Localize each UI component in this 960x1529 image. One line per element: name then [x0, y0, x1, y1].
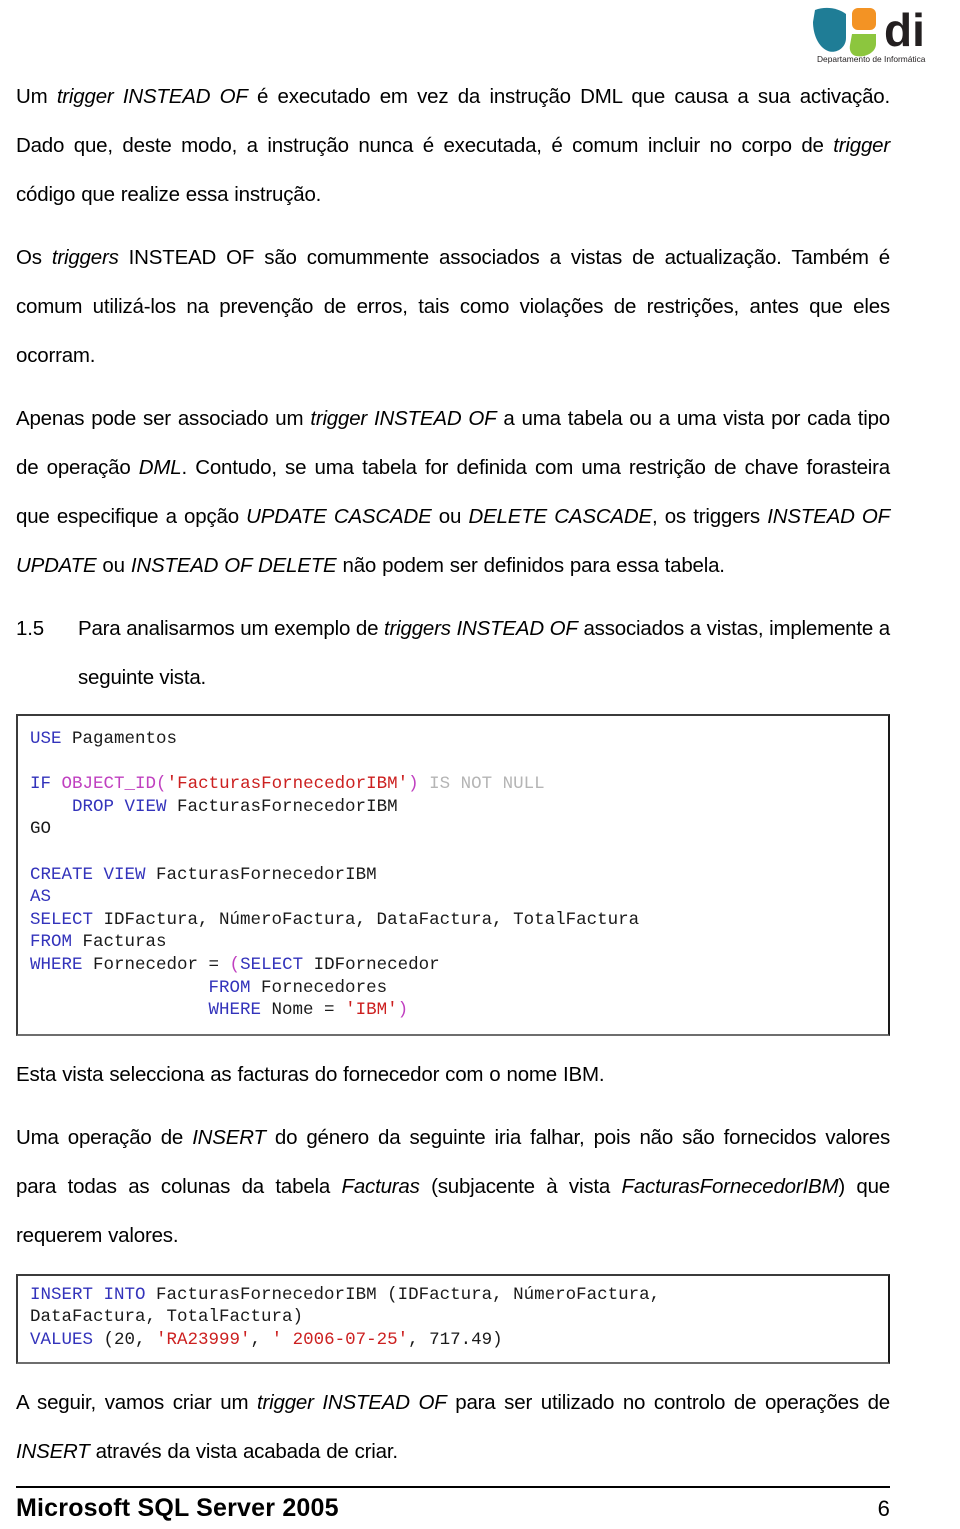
code-token: USE — [30, 729, 62, 749]
p3-text-7: não podem ser definidos para essa tabela… — [336, 554, 725, 577]
p6-italic-2: INSERT — [16, 1439, 90, 1463]
p4-text-1: Esta vista selecciona as facturas do for… — [16, 1062, 605, 1086]
p2-text-1: Os — [16, 246, 52, 269]
p3-text-1: Apenas pode ser associado um — [16, 407, 311, 430]
paragraph-1: Um trigger INSTEAD OF é executado em vez… — [16, 72, 890, 219]
code-token: IDFactura, NúmeroFactura, DataFactura, T… — [93, 909, 640, 930]
p6-text-2: para ser utilizado no controlo de operaç… — [446, 1390, 890, 1414]
item-text-1: Para analisarmos um exemplo de — [78, 617, 385, 640]
p1-italic-1: trigger INSTEAD OF — [56, 85, 248, 108]
code-token: ' 2006-07-25' — [271, 1329, 409, 1350]
paragraph-3: Apenas pode ser associado um trigger INS… — [16, 394, 890, 590]
footer-divider — [16, 1486, 890, 1488]
code-token: IF — [30, 774, 52, 795]
p3-text-4: ou — [431, 505, 469, 528]
p5-italic-2: Facturas — [341, 1174, 420, 1198]
code-token: Facturas — [72, 932, 167, 953]
code-token: VALUES — [30, 1329, 94, 1350]
p1-italic-2: trigger — [833, 134, 890, 157]
code-token: Pagamentos — [61, 729, 178, 749]
code-token: ) — [408, 774, 419, 795]
paragraph-4: Esta vista selecciona as facturas do for… — [16, 1050, 890, 1099]
p3-italic-6: INSTEAD OF DELETE — [130, 554, 337, 577]
document-body: Um trigger INSTEAD OF é executado em vez… — [16, 72, 890, 1486]
p5-text-3: (subjacente à vista — [419, 1174, 622, 1198]
code-token: FacturasFornecedorIBM (IDFactura, Número… — [145, 1284, 661, 1305]
code-token: Fornecedores — [250, 977, 388, 998]
code-token: 'FacturasFornecedorIBM' — [166, 774, 409, 795]
code-token: IS NOT NULL — [429, 774, 545, 795]
p5-italic-1: INSERT — [192, 1125, 266, 1149]
p3-text-6: ou — [96, 554, 131, 577]
p3-italic-2: DML — [138, 456, 182, 479]
p2-italic-1: triggers — [51, 246, 119, 269]
code-token: IDFornecedor — [303, 954, 440, 975]
code-token: FacturasFornecedorIBM — [145, 864, 377, 885]
code-token: (20, — [93, 1329, 157, 1350]
item-number: 1.5 — [16, 617, 44, 640]
p6-text-3: através da vista acabada de criar. — [89, 1439, 398, 1463]
p2-text-2: INSTEAD OF são comummente associados a v… — [16, 246, 890, 367]
footer-page-number: 6 — [877, 1496, 890, 1521]
logo-wordmark: di — [884, 4, 925, 56]
code-token: AS — [30, 887, 52, 908]
paragraph-5: Uma operação de INSERT do género da segu… — [16, 1113, 890, 1260]
code-token: Fornecedor = — [82, 954, 230, 975]
p6-text-1: A seguir, vamos criar um — [16, 1390, 258, 1414]
di-logo-icon: di Departamento de Informática — [813, 4, 926, 64]
footer-title: Microsoft SQL Server 2005 — [16, 1494, 339, 1522]
p5-text-1: Uma operação de — [16, 1125, 193, 1149]
code-token: CREATE VIEW — [30, 864, 146, 885]
numbered-item-1-5: 1.5 Para analisarmos um exemplo de trigge… — [16, 604, 890, 702]
code-token: WHERE — [208, 1000, 262, 1021]
p1-text-1: Um — [16, 85, 57, 108]
p3-italic-1: trigger INSTEAD OF — [310, 407, 497, 430]
code-token: INSERT INTO — [30, 1284, 146, 1305]
code-token: FacturasFornecedorIBM — [166, 796, 398, 817]
item-italic-1: triggers INSTEAD OF — [384, 617, 578, 640]
p3-italic-4: DELETE CASCADE — [468, 505, 652, 528]
p6-italic-1: trigger INSTEAD OF — [257, 1390, 447, 1414]
code-token: 'RA23999' — [156, 1329, 251, 1350]
code-token: FROM — [30, 932, 73, 953]
paragraph-6: A seguir, vamos criar um trigger INSTEAD… — [16, 1378, 890, 1476]
code-token: ( — [229, 954, 241, 975]
code-token: , — [250, 1329, 272, 1350]
p1-text-3: código que realize essa instrução. — [16, 183, 322, 206]
code-token: ) — [397, 1000, 409, 1021]
logo-subtitle: Departamento de Informática — [817, 54, 926, 64]
page-footer: Microsoft SQL Server 2005 6 — [16, 1486, 890, 1523]
code-token: DataFactura, TotalFactura) — [30, 1307, 304, 1328]
code-token: SELECT — [30, 909, 94, 930]
code-token: Nome = — [261, 1000, 346, 1021]
code-block-insert: INSERT INTO FacturasFornecedorIBM (IDFac… — [16, 1273, 890, 1364]
code-block-create-view: USE Pagamentos IF OBJECT_ID('FacturasFor… — [16, 714, 890, 1036]
code-token: 'IBM' — [345, 1000, 398, 1021]
code-token: DROP VIEW — [72, 796, 167, 817]
p3-text-5: , os triggers — [651, 505, 768, 528]
p5-italic-3: FacturasFornecedorIBM — [621, 1174, 839, 1198]
code-token: ( — [156, 774, 167, 795]
p3-italic-3: UPDATE CASCADE — [246, 505, 432, 528]
di-logo: di Departamento de Informática — [808, 4, 956, 66]
code-token: FROM — [208, 977, 251, 998]
code-token: SELECT — [240, 954, 304, 975]
code-token: GO — [30, 819, 52, 840]
paragraph-2: Os triggers INSTEAD OF são comummente as… — [16, 233, 890, 380]
code-token: , 717.49) — [408, 1329, 503, 1350]
code-token: WHERE — [30, 954, 83, 975]
code-token: OBJECT_ID — [61, 774, 157, 795]
